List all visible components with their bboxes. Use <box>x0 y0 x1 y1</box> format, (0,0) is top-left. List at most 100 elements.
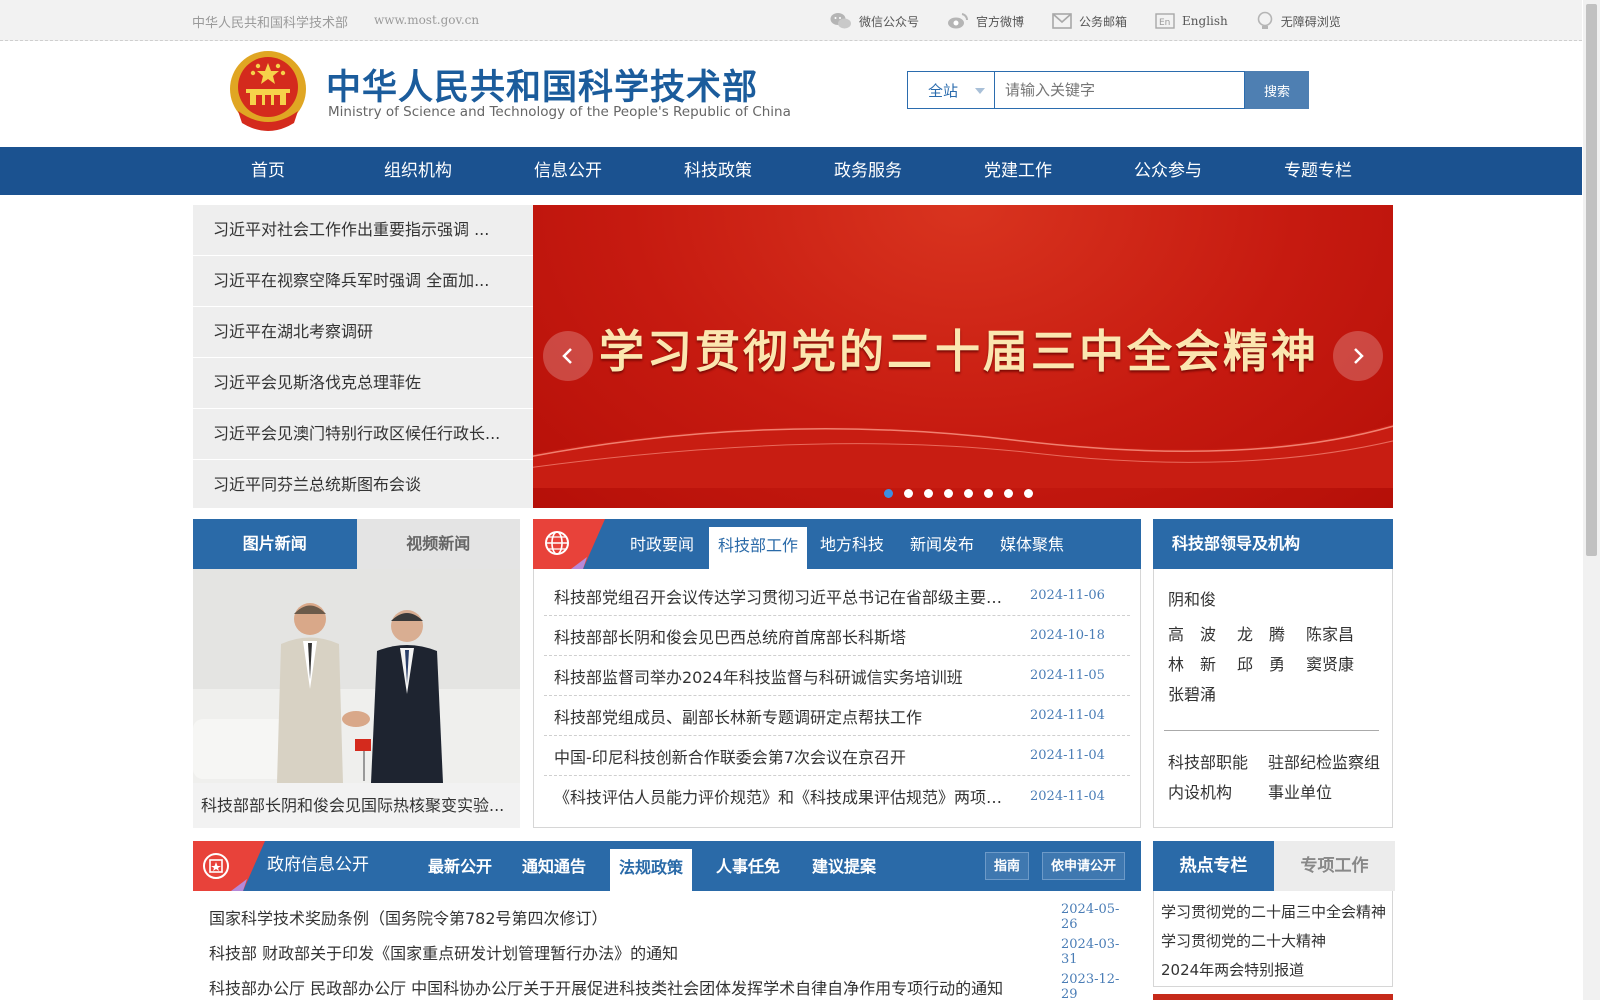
carousel-dot[interactable] <box>904 489 913 498</box>
news-row[interactable]: 科技部党组成员、副部长林新专题调研定点帮扶工作 2024-11-04 <box>544 696 1130 736</box>
nav-organization[interactable]: 组织机构 <box>348 147 488 195</box>
news-title[interactable]: 科技部部长阴和俊会见巴西总统府首席部长科斯塔 <box>554 624 1030 648</box>
nav-public[interactable]: 公众参与 <box>1098 147 1238 195</box>
carousel-dot[interactable] <box>1004 489 1013 498</box>
news-title[interactable]: 《科技评估人员能力评价规范》和《科技成果评估规范》两项国家标准发布 <box>554 784 1030 808</box>
special-banner-edge[interactable] <box>1153 994 1393 1000</box>
carousel-prev-button[interactable] <box>543 331 593 381</box>
headline-item[interactable]: 习近平在视察空降兵军时强调 全面加... <box>193 256 533 307</box>
nav-info-disclosure[interactable]: 信息公开 <box>498 147 638 195</box>
gov-info-title[interactable]: 科技部 财政部关于印发《国家重点研发计划管理暂行办法》的通知 <box>209 940 1061 964</box>
news-title[interactable]: 中国-印尼科技创新合作联委会第7次会议在京召开 <box>554 744 1030 768</box>
tab-latest-disclosure[interactable]: 最新公开 <box>428 841 492 893</box>
headline-item[interactable]: 习近平同芬兰总统斯图布会谈 <box>193 460 533 511</box>
carousel-dot[interactable] <box>884 489 893 498</box>
headline-list: 习近平对社会工作作出重要指示强调 ... 习近平在视察空降兵军时强调 全面加..… <box>193 205 533 508</box>
news-title[interactable]: 科技部党组召开会议传达学习贯彻习近平总书记在省部级主要领导干部学习贯彻党的二十届… <box>554 584 1030 608</box>
carousel-dot[interactable] <box>924 489 933 498</box>
gov-info-title[interactable]: 国家科学技术奖励条例（国务院令第782号第四次修订） <box>209 905 1061 929</box>
tab-press-release[interactable]: 新闻发布 <box>910 519 974 569</box>
tab-current-affairs[interactable]: 时政要闻 <box>630 519 694 569</box>
nav-party[interactable]: 党建工作 <box>948 147 1088 195</box>
nav-topics[interactable]: 专题专栏 <box>1248 147 1388 195</box>
leader-name[interactable]: 邱 勇 <box>1237 650 1306 680</box>
org-link-discipline[interactable]: 驻部纪检监察组 <box>1268 748 1388 778</box>
nav-policy[interactable]: 科技政策 <box>648 147 788 195</box>
hot-topic-item[interactable]: 学习贯彻党的二十届三中全会精神 <box>1161 898 1386 927</box>
weibo-link[interactable]: 官方微博 <box>947 10 1024 32</box>
gov-info-row[interactable]: 科技部办公厅 民政部办公厅 中国科协办公厅关于开展促进科技类社会团体发挥学术自律… <box>193 969 1133 1000</box>
tab-proposals[interactable]: 建议提案 <box>812 841 876 893</box>
news-row[interactable]: 中国-印尼科技创新合作联委会第7次会议在京召开 2024-11-04 <box>544 736 1130 776</box>
news-date: 2024-11-05 <box>1030 668 1105 683</box>
nav-home[interactable]: 首页 <box>198 147 338 195</box>
national-emblem-icon[interactable] <box>228 49 308 133</box>
tab-local-tech[interactable]: 地方科技 <box>820 519 884 569</box>
tab-notices[interactable]: 通知通告 <box>522 841 586 893</box>
headline-item[interactable]: 习近平会见澳门特别行政区候任行政长... <box>193 409 533 460</box>
leader-name[interactable]: 陈家昌 <box>1306 620 1375 650</box>
headline-item[interactable]: 习近平会见斯洛伐克总理菲佐 <box>193 358 533 409</box>
news-row[interactable]: 科技部监督司举办2024年科技监督与科研诚信实务培训班 2024-11-05 <box>544 656 1130 696</box>
gov-info-row[interactable]: 科技部 财政部关于印发《国家重点研发计划管理暂行办法》的通知 2024-03-31 <box>193 934 1133 969</box>
news-title[interactable]: 科技部党组成员、副部长林新专题调研定点帮扶工作 <box>554 704 1030 728</box>
hot-topic-item[interactable]: 2024年两会特别报道 <box>1161 956 1386 985</box>
tab-media-focus[interactable]: 媒体聚焦 <box>1000 519 1064 569</box>
tab-special-work[interactable]: 专项工作 <box>1274 841 1395 891</box>
tab-personnel[interactable]: 人事任免 <box>716 841 780 893</box>
carousel-next-button[interactable] <box>1333 331 1383 381</box>
org-link-functions[interactable]: 科技部职能 <box>1168 748 1268 778</box>
tab-regulations[interactable]: 法规政策 <box>610 849 693 891</box>
leader-name[interactable]: 龙 腾 <box>1237 620 1306 650</box>
search-scope-select[interactable]: 全站 <box>907 71 995 109</box>
headline-item[interactable]: 习近平在湖北考察调研 <box>193 307 533 358</box>
accessibility-link[interactable]: 无障碍浏览 <box>1256 10 1341 32</box>
english-link[interactable]: En English <box>1155 10 1228 32</box>
gov-info-row[interactable]: 国家科学技术奖励条例（国务院令第782号第四次修订） 2024-05-26 <box>193 899 1133 934</box>
org-link-institutions[interactable]: 事业单位 <box>1268 778 1368 808</box>
mail-link[interactable]: 公务邮箱 <box>1052 10 1127 32</box>
photo-caption[interactable]: 科技部部长阴和俊会见国际热核聚变实验... <box>193 783 520 828</box>
photo-news-panel: 图片新闻 视频新闻 科技部部长阴和俊会见国际热核聚变实验... <box>193 519 520 828</box>
hero-carousel[interactable]: 学习贯彻党的二十届三中全会精神 <box>533 205 1393 508</box>
tab-video-news[interactable]: 视频新闻 <box>356 519 520 569</box>
guide-button[interactable]: 指南 <box>985 852 1030 880</box>
news-row[interactable]: 《科技评估人员能力评价规范》和《科技成果评估规范》两项国家标准发布 2024-11… <box>544 776 1130 816</box>
leader-name[interactable]: 张碧涌 <box>1168 680 1237 710</box>
tab-most-work[interactable]: 科技部工作 <box>709 527 808 569</box>
carousel-dot[interactable] <box>1024 489 1033 498</box>
site-title[interactable]: 中华人民共和国科学技术部 <box>326 59 758 110</box>
site-name[interactable]: 中华人民共和国科学技术部 <box>192 12 348 31</box>
news-row[interactable]: 科技部党组召开会议传达学习贯彻习近平总书记在省部级主要领导干部学习贯彻党的二十届… <box>544 576 1130 616</box>
nav-services[interactable]: 政务服务 <box>798 147 938 195</box>
carousel-dot[interactable] <box>944 489 953 498</box>
scrollbar-thumb[interactable] <box>1586 4 1597 556</box>
apply-disclosure-button[interactable]: 依申请公开 <box>1042 852 1126 880</box>
gov-info-title[interactable]: 政府信息公开 <box>267 841 369 889</box>
tab-photo-news[interactable]: 图片新闻 <box>193 519 357 569</box>
headline-item[interactable]: 习近平对社会工作作出重要指示强调 ... <box>193 205 533 256</box>
gov-info-list: 国家科学技术奖励条例（国务院令第782号第四次修订） 2024-05-26 科技部… <box>193 899 1133 1000</box>
leaders-title[interactable]: 科技部领导及机构 <box>1153 519 1393 569</box>
search-button[interactable]: 搜索 <box>1245 71 1309 109</box>
news-row[interactable]: 科技部部长阴和俊会见巴西总统府首席部长科斯塔 2024-10-18 <box>544 616 1130 656</box>
search-input[interactable] <box>995 71 1245 109</box>
leader-name[interactable]: 窦贤康 <box>1306 650 1375 680</box>
carousel-dot[interactable] <box>964 489 973 498</box>
accessibility-label: 无障碍浏览 <box>1280 14 1341 29</box>
wechat-icon <box>830 13 851 29</box>
top-bar: 中华人民共和国科学技术部 www.most.gov.cn 微信公众号 官方微博 … <box>0 0 1582 41</box>
leader-name[interactable]: 林 新 <box>1168 650 1237 680</box>
tab-hot-topics[interactable]: 热点专栏 <box>1153 841 1274 891</box>
leader-name[interactable]: 阴和俊 <box>1168 585 1237 615</box>
news-photo[interactable] <box>193 569 520 783</box>
news-title[interactable]: 科技部监督司举办2024年科技监督与科研诚信实务培训班 <box>554 664 1030 688</box>
page-scrollbar[interactable] <box>1583 0 1600 1000</box>
carousel-dot[interactable] <box>984 489 993 498</box>
hot-topic-item[interactable]: 学习贯彻党的二十大精神 <box>1161 927 1386 956</box>
site-url[interactable]: www.most.gov.cn <box>374 13 479 27</box>
org-link-departments[interactable]: 内设机构 <box>1168 778 1268 808</box>
leader-name[interactable]: 高 波 <box>1168 620 1237 650</box>
wechat-link[interactable]: 微信公众号 <box>830 10 919 32</box>
gov-info-title[interactable]: 科技部办公厅 民政部办公厅 中国科协办公厅关于开展促进科技类社会团体发挥学术自律… <box>209 975 1061 999</box>
